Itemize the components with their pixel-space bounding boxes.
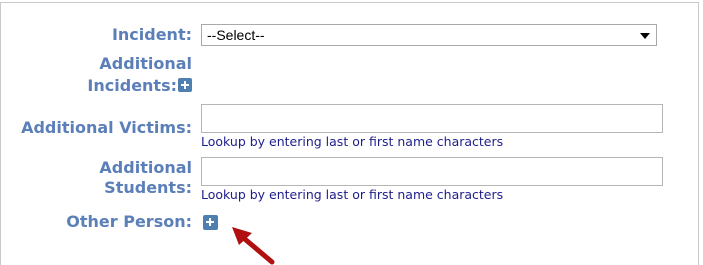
red-arrow-icon xyxy=(232,227,275,265)
incident-select[interactable]: --Select-- xyxy=(201,24,657,46)
additional-victims-input[interactable] xyxy=(201,104,663,133)
incident-label: Incident: xyxy=(111,25,192,44)
additional-incidents-label-line1: Additional xyxy=(99,54,192,73)
additional-victims-label: Additional Victims: xyxy=(21,118,192,137)
add-other-person-plus-icon[interactable] xyxy=(203,215,218,230)
additional-incidents-label-text: Incidents: xyxy=(87,76,177,95)
incident-select-value: --Select-- xyxy=(207,27,265,43)
additional-students-help-text: Lookup by entering last or first name ch… xyxy=(201,187,504,202)
additional-students-label-line1: Additional xyxy=(99,158,192,177)
dropdown-arrow-icon xyxy=(640,33,650,39)
add-incident-plus-icon[interactable] xyxy=(178,78,192,92)
additional-students-input[interactable] xyxy=(201,157,663,186)
additional-victims-help-text: Lookup by entering last or first name ch… xyxy=(201,134,504,149)
additional-incidents-label-line2: Incidents: xyxy=(87,75,192,97)
additional-students-label-line2: Students: xyxy=(104,178,192,197)
other-person-label: Other Person: xyxy=(66,212,192,231)
